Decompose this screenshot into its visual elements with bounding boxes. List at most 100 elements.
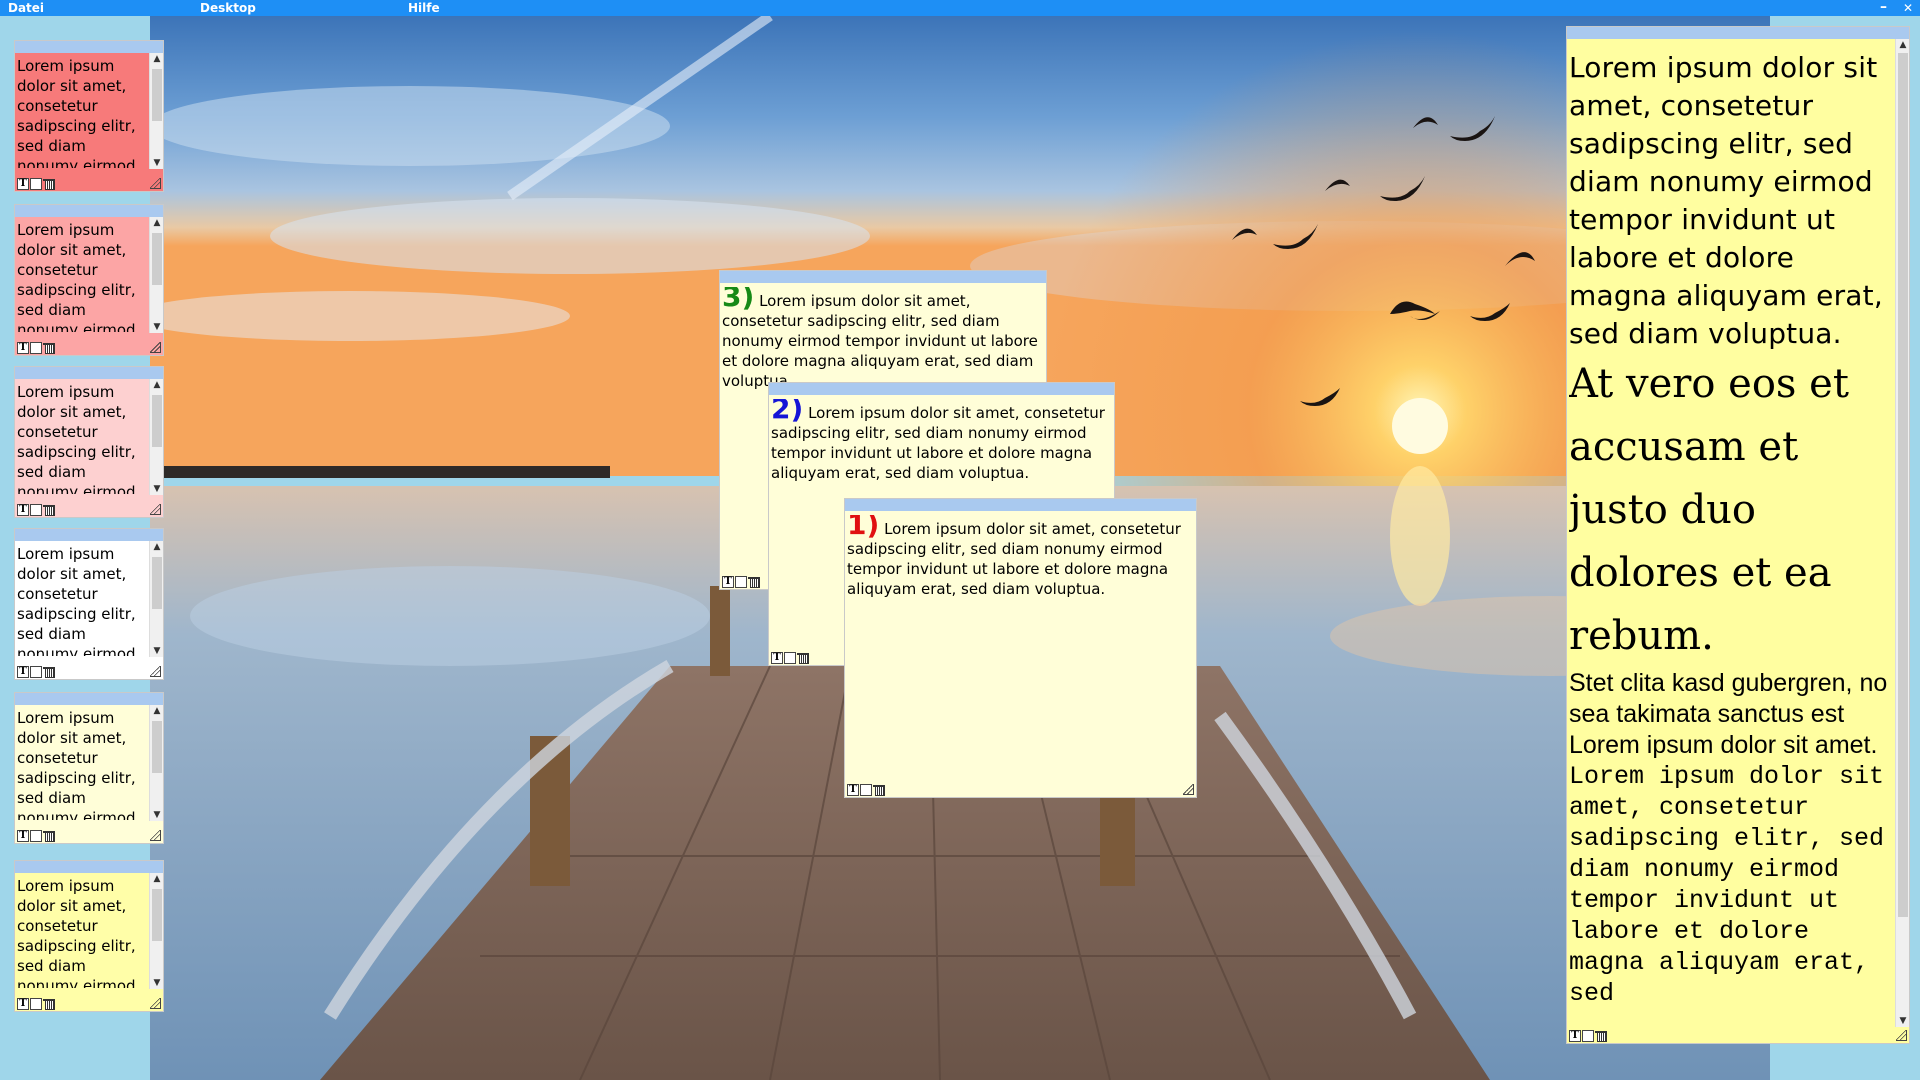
scroll-up-icon[interactable]: ▲ <box>150 53 164 65</box>
note-paragraph-3: Stet clita kasd gubergren, no sea takima… <box>1569 669 1888 759</box>
note-titlebar[interactable] <box>769 383 1114 395</box>
trash-icon[interactable] <box>43 830 55 842</box>
scroll-down-icon[interactable]: ▼ <box>150 321 164 333</box>
menu-datei[interactable]: Datei <box>8 0 44 16</box>
scroll-thumb[interactable] <box>152 69 162 121</box>
note-titlebar[interactable] <box>15 41 163 53</box>
color-swatch-icon[interactable] <box>30 342 42 354</box>
note-titlebar[interactable] <box>15 861 163 873</box>
color-swatch-icon[interactable] <box>30 666 42 678</box>
resize-grip[interactable] <box>150 504 161 515</box>
note-paragraph-1: Lorem ipsum dolor sit amet, consetetur s… <box>1569 51 1883 350</box>
color-swatch-icon[interactable] <box>30 178 42 190</box>
trash-icon[interactable] <box>1595 1030 1607 1042</box>
scroll-up-icon[interactable]: ▲ <box>150 541 164 553</box>
note-titlebar[interactable] <box>845 499 1196 511</box>
color-swatch-icon[interactable] <box>30 504 42 516</box>
color-swatch-icon[interactable] <box>735 576 747 588</box>
note-scrollbar[interactable]: ▲ ▼ <box>1895 39 1909 1027</box>
text-format-icon[interactable]: T <box>1569 1030 1581 1042</box>
text-format-icon[interactable]: T <box>17 504 29 516</box>
scroll-up-icon[interactable]: ▲ <box>150 705 164 717</box>
text-format-icon[interactable]: T <box>17 830 29 842</box>
trash-icon[interactable] <box>43 504 55 516</box>
menubar: Datei Desktop Hilfe – ✕ <box>0 0 1920 16</box>
note-text: Lorem ipsum dolor sit amet, consetetur s… <box>17 877 136 988</box>
text-format-icon[interactable]: T <box>771 652 783 664</box>
sticky-note-1[interactable]: 1) Lorem ipsum dolor sit amet, consetetu… <box>844 498 1197 798</box>
scroll-up-icon[interactable]: ▲ <box>1896 39 1910 51</box>
scroll-down-icon[interactable]: ▼ <box>1896 1015 1910 1027</box>
resize-grip[interactable] <box>150 830 161 841</box>
big-sticky-note[interactable]: Lorem ipsum dolor sit amet, consetetur s… <box>1566 26 1910 1044</box>
note-number: 1) <box>847 515 880 541</box>
note-scrollbar[interactable]: ▲ ▼ <box>149 705 163 821</box>
sidebar-note[interactable]: Lorem ipsum dolor sit amet, consetetur s… <box>14 860 164 1012</box>
sidebar-note[interactable]: Lorem ipsum dolor sit amet, consetetur s… <box>14 204 164 356</box>
note-footer: T <box>15 665 163 679</box>
note-text: Lorem ipsum dolor sit amet, consetetur s… <box>17 383 136 494</box>
sidebar-note[interactable]: Lorem ipsum dolor sit amet, consetetur s… <box>14 528 164 680</box>
scroll-up-icon[interactable]: ▲ <box>150 379 164 391</box>
resize-grip[interactable] <box>1183 784 1194 795</box>
scroll-up-icon[interactable]: ▲ <box>150 217 164 229</box>
color-swatch-icon[interactable] <box>784 652 796 664</box>
note-titlebar[interactable] <box>1567 27 1909 39</box>
note-titlebar[interactable] <box>15 205 163 217</box>
note-titlebar[interactable] <box>15 693 163 705</box>
menu-desktop[interactable]: Desktop <box>200 0 256 16</box>
note-titlebar[interactable] <box>15 367 163 379</box>
resize-grip[interactable] <box>1896 1030 1907 1041</box>
trash-icon[interactable] <box>43 178 55 190</box>
text-format-icon[interactable]: T <box>17 178 29 190</box>
sidebar-note[interactable]: Lorem ipsum dolor sit amet, consetetur s… <box>14 40 164 192</box>
resize-grip[interactable] <box>150 342 161 353</box>
trash-icon[interactable] <box>748 576 760 588</box>
trash-icon[interactable] <box>43 342 55 354</box>
text-format-icon[interactable]: T <box>722 576 734 588</box>
trash-icon[interactable] <box>873 784 885 796</box>
note-text: Lorem ipsum dolor sit amet, consetetur s… <box>771 404 1105 482</box>
scroll-thumb[interactable] <box>152 557 162 609</box>
color-swatch-icon[interactable] <box>30 830 42 842</box>
resize-grip[interactable] <box>150 998 161 1009</box>
note-scrollbar[interactable]: ▲ ▼ <box>149 217 163 333</box>
scroll-thumb[interactable] <box>152 721 162 773</box>
note-text: Lorem ipsum dolor sit amet, consetetur s… <box>847 520 1181 598</box>
text-format-icon[interactable]: T <box>17 666 29 678</box>
note-titlebar[interactable] <box>15 529 163 541</box>
color-swatch-icon[interactable] <box>1582 1030 1594 1042</box>
trash-icon[interactable] <box>797 652 809 664</box>
scroll-down-icon[interactable]: ▼ <box>150 977 164 989</box>
text-format-icon[interactable]: T <box>17 342 29 354</box>
color-swatch-icon[interactable] <box>30 998 42 1010</box>
menu-hilfe[interactable]: Hilfe <box>408 0 440 16</box>
scroll-thumb[interactable] <box>152 889 162 941</box>
scroll-down-icon[interactable]: ▼ <box>150 157 164 169</box>
minimize-button[interactable]: – <box>1880 0 1887 14</box>
text-format-icon[interactable]: T <box>847 784 859 796</box>
scroll-down-icon[interactable]: ▼ <box>150 809 164 821</box>
note-scrollbar[interactable]: ▲ ▼ <box>149 873 163 989</box>
note-scrollbar[interactable]: ▲ ▼ <box>149 53 163 169</box>
text-format-icon[interactable]: T <box>17 998 29 1010</box>
color-swatch-icon[interactable] <box>860 784 872 796</box>
scroll-thumb[interactable] <box>152 395 162 447</box>
close-button[interactable]: ✕ <box>1903 1 1913 15</box>
scroll-down-icon[interactable]: ▼ <box>150 645 164 657</box>
scroll-up-icon[interactable]: ▲ <box>150 873 164 885</box>
note-scrollbar[interactable]: ▲ ▼ <box>149 541 163 657</box>
note-titlebar[interactable] <box>720 271 1046 283</box>
note-footer: T <box>15 341 163 355</box>
trash-icon[interactable] <box>43 998 55 1010</box>
note-footer: T <box>15 177 163 191</box>
sidebar-note[interactable]: Lorem ipsum dolor sit amet, consetetur s… <box>14 692 164 844</box>
resize-grip[interactable] <box>150 666 161 677</box>
scroll-thumb[interactable] <box>152 233 162 285</box>
trash-icon[interactable] <box>43 666 55 678</box>
resize-grip[interactable] <box>150 178 161 189</box>
sidebar-note[interactable]: Lorem ipsum dolor sit amet, consetetur s… <box>14 366 164 518</box>
scroll-down-icon[interactable]: ▼ <box>150 483 164 495</box>
scroll-thumb[interactable] <box>1898 53 1908 917</box>
note-scrollbar[interactable]: ▲ ▼ <box>149 379 163 495</box>
